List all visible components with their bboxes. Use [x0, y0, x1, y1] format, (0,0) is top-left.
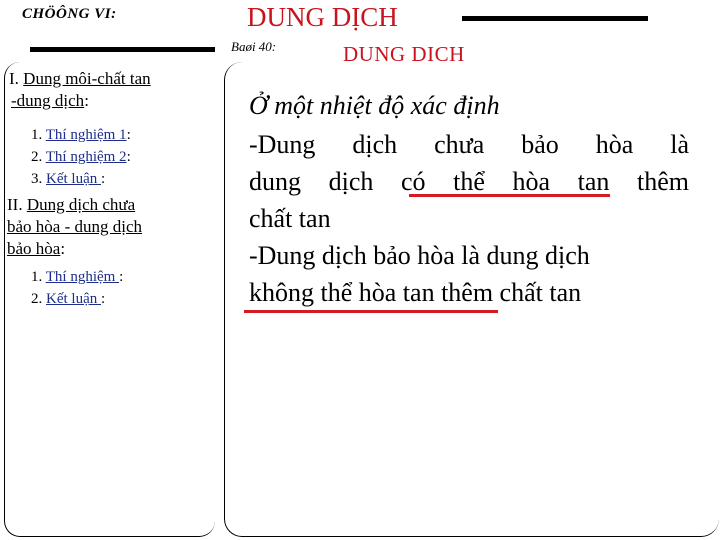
section-2-title-cont[interactable]: bảo hòa - dung dịch	[7, 217, 142, 236]
item-num: 3.	[31, 171, 43, 187]
outline-item[interactable]: 2. Thí nghiệm 2:	[7, 146, 131, 168]
section-1-colon: :	[84, 91, 89, 110]
outline-item[interactable]: 3. Kết luận :	[7, 168, 131, 190]
content-line-1: -Dung dịch chưa bảo hòa là	[249, 130, 689, 159]
section-1-title[interactable]: Dung môi-chất tan	[23, 69, 150, 88]
section-2-title[interactable]: Dung dịch chưa	[27, 195, 135, 214]
section-1-items: 1. Thí nghiệm 1: 2. Thí nghiệm 2: 3. Kết…	[7, 124, 131, 190]
content-line-4: -Dung dịch bảo hòa là dung dịch	[249, 241, 590, 270]
item-suffix: :	[100, 291, 106, 307]
outline-section-2: II. Dung dịch chưa bảo hòa - dung dịch b…	[7, 194, 207, 260]
chapter-label: CHÖÔNG VI:	[22, 6, 117, 22]
section-2-roman: II.	[7, 195, 23, 214]
item-suffix: :	[126, 127, 131, 143]
section-1-title-cont[interactable]: -dung dịch	[11, 91, 84, 110]
item-num: 1.	[31, 269, 43, 285]
content-intro: Ở một nhiệt độ xác định	[249, 91, 500, 120]
item-suffix: :	[100, 171, 106, 187]
outline-item[interactable]: 2. Kết luận :	[7, 288, 123, 310]
section-2-items: 1. Thí nghiệm : 2. Kết luận :	[7, 266, 123, 310]
item-link[interactable]: Thí nghiệm	[46, 269, 119, 285]
content-line-3: chất tan	[249, 204, 331, 233]
item-num: 1.	[31, 127, 43, 143]
item-link[interactable]: Thí nghiệm 1	[46, 127, 127, 143]
item-num: 2.	[31, 291, 43, 307]
lesson-label: Baøi 40:	[231, 39, 277, 54]
item-suffix: :	[119, 269, 124, 285]
main-title: DUNG DỊCH	[247, 2, 398, 32]
outline-item[interactable]: 1. Thí nghiệm :	[7, 266, 123, 288]
item-num: 2.	[31, 149, 43, 165]
outline-item[interactable]: 1. Thí nghiệm 1:	[7, 124, 131, 146]
highlight-underline-2	[244, 310, 498, 313]
lesson-content: Ở một nhiệt độ xác định -Dung dịch chưa …	[249, 86, 689, 311]
title-bar-right	[462, 16, 648, 21]
section-1-roman: I.	[9, 69, 19, 88]
section-2-colon: :	[60, 239, 66, 258]
item-link[interactable]: Thí nghiệm 2	[46, 149, 127, 165]
outline-section-1: I. Dung môi-chất tan -dung dịch:	[7, 68, 212, 112]
highlight-underline-1	[409, 194, 610, 197]
title-bar-left	[30, 47, 215, 52]
item-suffix: :	[126, 149, 131, 165]
section-2-title-end[interactable]: bảo hòa	[7, 239, 60, 258]
item-link[interactable]: Kết luận	[46, 171, 101, 187]
item-link[interactable]: Kết luận	[46, 291, 101, 307]
content-line-5: không thể hòa tan thêm chất tan	[249, 278, 582, 307]
